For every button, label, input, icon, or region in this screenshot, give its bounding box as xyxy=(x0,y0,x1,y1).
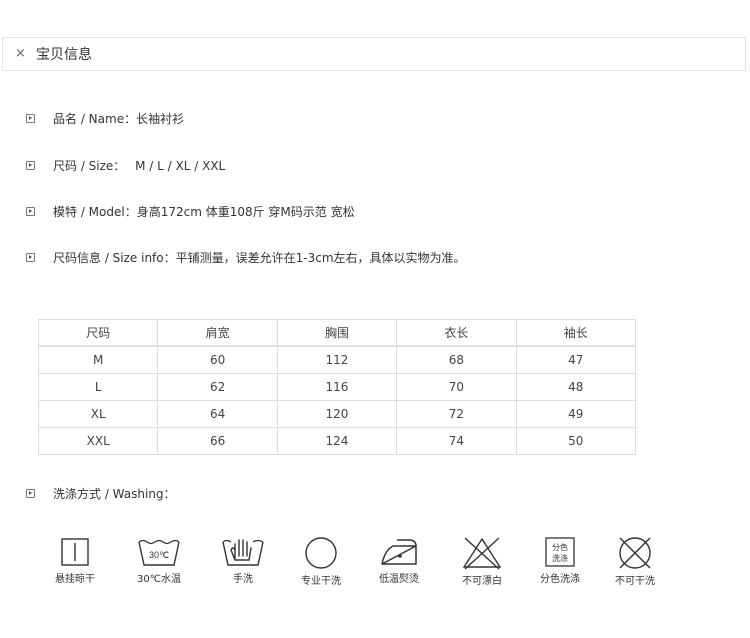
table-cell: 49 xyxy=(515,400,637,428)
separate-wash-text-1: 分色 xyxy=(552,542,568,552)
table-cell: 72 xyxy=(396,400,517,428)
table-cell: 48 xyxy=(515,373,637,401)
table-cell: M xyxy=(37,345,159,374)
table-header-cell: 胸围 xyxy=(276,319,398,347)
no-bleach-icon xyxy=(462,537,502,570)
washing-heading: 洗涤方式 / Washing： xyxy=(26,486,176,502)
hand-wash-icon xyxy=(222,539,264,566)
table-row: M 60 112 68 47 xyxy=(37,345,637,374)
wash-label: 30℃水温 xyxy=(137,574,181,585)
wash-item-no-bleach: 不可漂白 xyxy=(447,536,517,588)
table-cell: XXL xyxy=(37,427,159,455)
table-cell: 68 xyxy=(396,345,517,374)
wash-label: 不可漂白 xyxy=(462,576,502,587)
hang-dry-icon xyxy=(61,538,89,566)
wash-item-hang-dry: 悬挂晾干 xyxy=(40,536,110,586)
info-label: 模特 / Model： xyxy=(53,205,137,219)
wash-item-low-iron: 低温熨烫 xyxy=(364,536,434,586)
table-header-row: 尺码 肩宽 胸围 衣长 袖长 xyxy=(37,319,637,347)
table-cell: 50 xyxy=(515,427,637,455)
info-value: 长袖衬衫 xyxy=(136,112,185,126)
wash-item-30c: 30℃ 30℃水温 xyxy=(124,536,194,586)
low-iron-icon xyxy=(381,539,417,565)
info-value: 平铺测量，误差允许在1-3cm左右，具体以实物为准。 xyxy=(175,251,466,265)
table-cell: 112 xyxy=(276,345,398,374)
table-row: L 62 116 70 48 xyxy=(37,373,637,401)
wash-30-icon: 30℃ xyxy=(138,539,180,566)
size-table: 尺码 肩宽 胸围 衣长 袖长 M 60 112 68 47 L 62 116 7… xyxy=(37,319,637,455)
dry-clean-icon xyxy=(305,537,337,569)
table-header-cell: 肩宽 xyxy=(157,319,278,347)
separate-wash-icon: 分色 洗涤 xyxy=(545,537,575,567)
info-value: 身高172cm 体重108斤 穿M码示范 宽松 xyxy=(136,205,355,219)
table-cell: 60 xyxy=(157,345,278,374)
info-label: 尺码 / Size： xyxy=(53,159,126,173)
close-icon[interactable]: × xyxy=(15,46,26,62)
bullet-icon xyxy=(26,207,35,216)
wash-label: 专业干洗 xyxy=(301,576,341,587)
bullet-icon xyxy=(26,161,35,170)
table-cell: 120 xyxy=(276,400,398,428)
table-cell: 47 xyxy=(515,345,637,374)
table-cell: XL xyxy=(37,400,159,428)
table-header-cell: 尺码 xyxy=(37,319,159,347)
separate-wash-text-2: 洗涤 xyxy=(552,553,568,563)
washing-label: 洗涤方式 / Washing： xyxy=(53,487,176,501)
wash-label: 不可干洗 xyxy=(615,576,655,587)
table-header-cell: 袖长 xyxy=(515,319,637,347)
wash-label: 悬挂晾干 xyxy=(55,574,95,585)
table-cell: 116 xyxy=(276,373,398,401)
table-row: XL 64 120 72 49 xyxy=(37,400,637,428)
wash-item-separate-wash: 分色 洗涤 分色洗涤 xyxy=(525,536,595,586)
wash-item-no-dry-clean: 不可干洗 xyxy=(600,536,670,588)
info-row-size-info: 尺码信息 / Size info：平铺测量，误差允许在1-3cm左右，具体以实物… xyxy=(26,250,466,266)
bullet-icon xyxy=(26,114,35,123)
table-cell: 66 xyxy=(157,427,278,455)
bullet-icon xyxy=(26,489,35,498)
info-label: 尺码信息 / Size info： xyxy=(53,251,176,265)
wash-label: 手洗 xyxy=(233,574,253,585)
wash-item-hand-wash: 手洗 xyxy=(208,536,278,586)
table-header-cell: 衣长 xyxy=(396,319,517,347)
wash-label: 低温熨烫 xyxy=(379,574,419,585)
table-cell: 74 xyxy=(396,427,517,455)
info-label: 品名 / Name： xyxy=(53,112,137,126)
table-cell: 124 xyxy=(276,427,398,455)
info-row-model: 模特 / Model：身高172cm 体重108斤 穿M码示范 宽松 xyxy=(26,204,355,220)
table-cell: L xyxy=(37,373,159,401)
wash-item-dry-clean: 专业干洗 xyxy=(286,536,356,588)
info-row-name: 品名 / Name：长袖衬衫 xyxy=(26,111,184,127)
wash-temp-text: 30℃ xyxy=(149,550,169,560)
no-dry-clean-icon xyxy=(619,537,651,569)
table-cell: 70 xyxy=(396,373,517,401)
header-title: 宝贝信息 xyxy=(36,47,92,63)
table-cell: 64 xyxy=(157,400,278,428)
info-value: M / L / XL / XXL xyxy=(131,159,226,173)
wash-label: 分色洗涤 xyxy=(540,574,580,585)
table-cell: 62 xyxy=(157,373,278,401)
bullet-icon xyxy=(26,253,35,262)
table-row: XXL 66 124 74 50 xyxy=(37,427,637,455)
info-header: × 宝贝信息 xyxy=(2,37,746,71)
info-row-size: 尺码 / Size： M / L / XL / XXL xyxy=(26,158,225,174)
